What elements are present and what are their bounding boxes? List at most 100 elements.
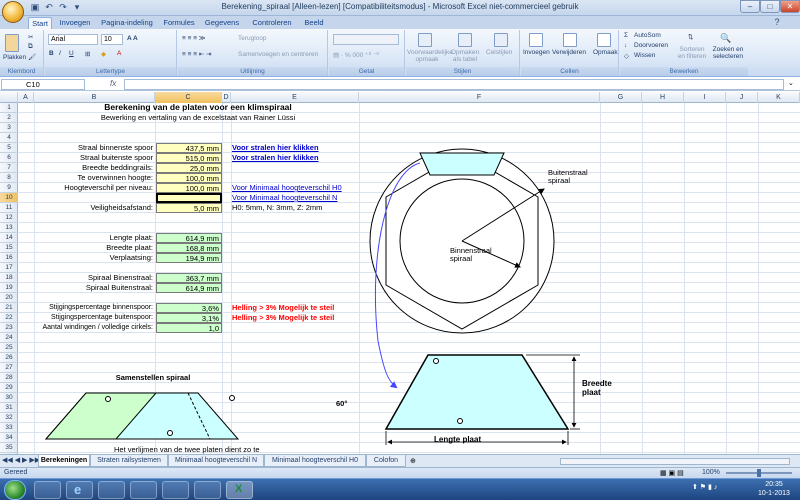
- row-header[interactable]: 29: [0, 383, 18, 393]
- row-header[interactable]: 20: [0, 293, 18, 303]
- horizontal-scrollbar[interactable]: [560, 458, 790, 465]
- sheet-nav-arrows[interactable]: ◀◀ ◀ ▶ ▶▶: [2, 456, 40, 464]
- taskbar-app-icon[interactable]: [162, 481, 189, 499]
- row-header[interactable]: 2: [0, 113, 18, 123]
- result-cell[interactable]: 3,1%: [156, 313, 222, 323]
- row-header[interactable]: 21: [0, 303, 18, 313]
- result-cell[interactable]: 168,8 mm: [156, 243, 222, 253]
- link-radii[interactable]: Voor stralen hier klikken: [232, 143, 319, 152]
- row-header[interactable]: 33: [0, 423, 18, 433]
- row-header[interactable]: 34: [0, 433, 18, 443]
- autosum-button[interactable]: AutoSom: [634, 32, 661, 39]
- selected-cell-c10[interactable]: [156, 193, 222, 203]
- minimize-button[interactable]: –: [740, 0, 760, 13]
- row-header[interactable]: 14: [0, 233, 18, 243]
- tab-invoegen[interactable]: Invoegen: [56, 17, 94, 29]
- row-header[interactable]: 3: [0, 123, 18, 133]
- input-cell[interactable]: 515,0 mm: [156, 153, 222, 163]
- column-header[interactable]: C: [155, 92, 222, 103]
- fill-color-icon[interactable]: ◆: [101, 50, 106, 58]
- row-header[interactable]: 18: [0, 273, 18, 283]
- copy-icon[interactable]: ⧉: [28, 43, 33, 51]
- tab-gegevens[interactable]: Gegevens: [202, 17, 242, 29]
- row-header[interactable]: 30: [0, 393, 18, 403]
- wrap-text-button[interactable]: Terugloop: [238, 35, 267, 42]
- link-radii[interactable]: Voor stralen hier klikken: [232, 153, 319, 162]
- format-table-button[interactable]: Opmaken als tabel: [448, 49, 482, 63]
- delete-cells-button[interactable]: Verwijderen: [552, 49, 586, 56]
- input-cell[interactable]: 100,0 mm: [156, 173, 222, 183]
- cut-icon[interactable]: ✂: [28, 33, 33, 41]
- insert-function-icon[interactable]: fx: [110, 79, 116, 88]
- row-header[interactable]: 10: [0, 193, 18, 203]
- row-header[interactable]: 1: [0, 103, 18, 113]
- input-cell[interactable]: 25,0 mm: [156, 163, 222, 173]
- column-header[interactable]: B: [34, 92, 155, 103]
- office-button[interactable]: [2, 1, 24, 23]
- tab-pagina-indeling[interactable]: Pagina-indeling: [98, 17, 156, 29]
- autosum-icon[interactable]: Σ: [624, 32, 628, 39]
- row-header[interactable]: 26: [0, 353, 18, 363]
- column-header[interactable]: K: [758, 92, 800, 103]
- column-header[interactable]: I: [684, 92, 726, 103]
- tab-formules[interactable]: Formules: [160, 17, 198, 29]
- align-left-icons[interactable]: ≡ ≡ ≡ ⇤ ⇥: [182, 50, 212, 58]
- sheet-tab-straten[interactable]: Straten railsystemen: [90, 455, 168, 467]
- sort-filter-button[interactable]: Sorteren en filteren: [676, 46, 708, 60]
- format-cells-button[interactable]: Opmaak: [593, 49, 618, 56]
- row-header[interactable]: 19: [0, 283, 18, 293]
- formula-input[interactable]: [124, 79, 784, 90]
- font-name-select[interactable]: Arial: [48, 34, 98, 45]
- result-cell[interactable]: 3,6%: [156, 303, 222, 313]
- close-button[interactable]: ✕: [780, 0, 800, 13]
- format-painter-icon[interactable]: 🖌: [28, 53, 36, 61]
- row-header[interactable]: 28: [0, 373, 18, 383]
- column-header[interactable]: J: [726, 92, 758, 103]
- row-header[interactable]: 25: [0, 343, 18, 353]
- name-box[interactable]: C10: [1, 79, 85, 90]
- row-header[interactable]: 35: [0, 443, 18, 453]
- tab-start[interactable]: Start: [28, 17, 52, 29]
- taskbar-ie-icon[interactable]: e: [66, 481, 93, 499]
- tray-icons[interactable]: ⬆ ⚑ ▮ ♪: [692, 483, 717, 491]
- result-cell[interactable]: 1,0: [156, 323, 222, 333]
- row-header[interactable]: 11: [0, 203, 18, 213]
- link-min-height-n[interactable]: Voor Minimaal hoogteverschil N: [232, 193, 337, 202]
- row-header[interactable]: 31: [0, 403, 18, 413]
- font-size-select[interactable]: 10: [101, 34, 123, 45]
- bold-button[interactable]: B: [49, 50, 54, 57]
- expand-formula-icon[interactable]: ⌄: [788, 79, 794, 87]
- row-header[interactable]: 12: [0, 213, 18, 223]
- taskbar-app-icon[interactable]: [130, 481, 157, 499]
- conditional-format-button[interactable]: Voorwaardelijke opmaak: [407, 49, 453, 63]
- link-min-height-h0[interactable]: Voor Minimaal hoogteverschil H0: [232, 183, 342, 192]
- fill-icon[interactable]: ↓: [624, 42, 627, 49]
- tab-controleren[interactable]: Controleren: [248, 17, 296, 29]
- clear-button[interactable]: Wissen: [634, 52, 655, 59]
- result-cell[interactable]: 614,9 mm: [156, 233, 222, 243]
- column-header[interactable]: H: [642, 92, 684, 103]
- new-sheet-icon[interactable]: ⊕: [410, 457, 416, 465]
- grow-font-icon[interactable]: A A: [127, 35, 138, 42]
- column-header[interactable]: D: [222, 92, 231, 103]
- align-top-icons[interactable]: ≡ ≡ ≡ ≫: [182, 34, 206, 42]
- input-cell[interactable]: 437,5 mm: [156, 143, 222, 153]
- taskbar-app-icon[interactable]: [194, 481, 221, 499]
- column-header[interactable]: A: [18, 92, 34, 103]
- number-format-icons[interactable]: ▤ · % 000 ⁺⁰ ⁻⁰: [333, 51, 379, 59]
- clear-icon[interactable]: ◇: [624, 52, 629, 60]
- font-color-icon[interactable]: A: [117, 50, 121, 57]
- taskbar-app-icon[interactable]: [98, 481, 125, 499]
- view-buttons[interactable]: ▦ ▣ ▤: [660, 469, 684, 477]
- merge-center-button[interactable]: Samenvoegen en centreren: [238, 51, 318, 58]
- row-header[interactable]: 22: [0, 313, 18, 323]
- fill-button[interactable]: Doorvoeren: [634, 42, 668, 49]
- row-header[interactable]: 15: [0, 243, 18, 253]
- tab-beeld[interactable]: Beeld: [300, 17, 328, 29]
- italic-button[interactable]: I: [59, 50, 61, 57]
- input-cell[interactable]: 100,0 mm: [156, 183, 222, 193]
- row-header[interactable]: 5: [0, 143, 18, 153]
- column-header[interactable]: G: [600, 92, 642, 103]
- cell-styles-button[interactable]: Celstijlen: [486, 49, 512, 56]
- paste-button[interactable]: Plakken: [3, 54, 26, 61]
